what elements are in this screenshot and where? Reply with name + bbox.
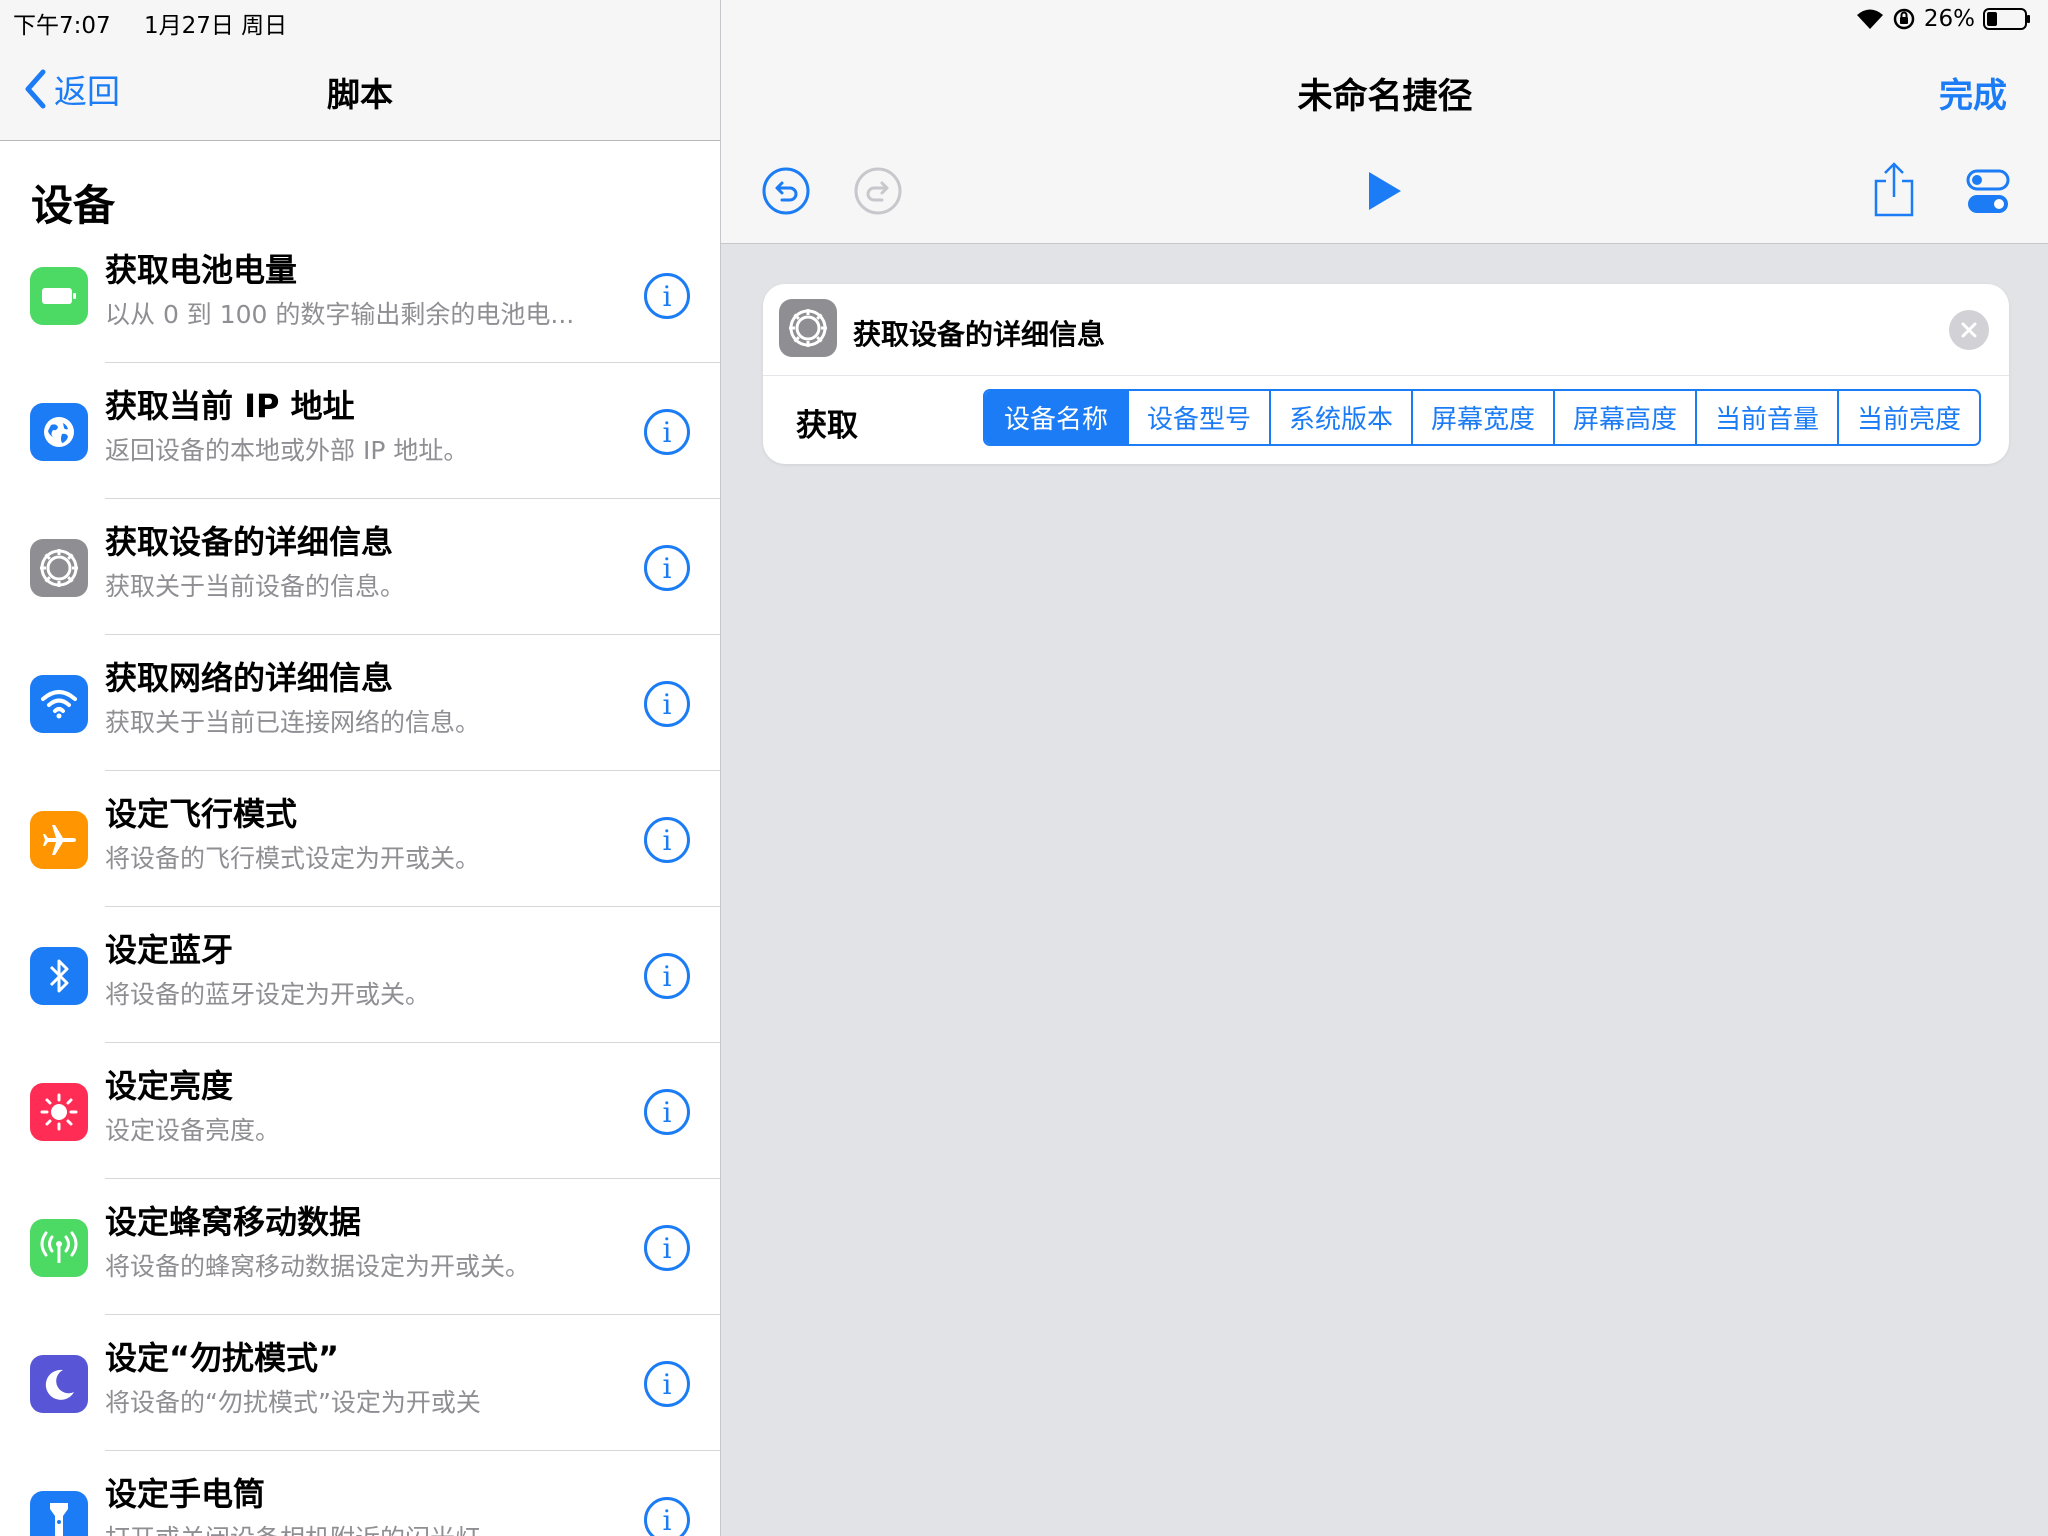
- wifi-icon: [30, 675, 88, 733]
- segment-screen-height[interactable]: 屏幕高度: [1553, 391, 1695, 444]
- done-button[interactable]: 完成: [1939, 68, 2007, 117]
- play-icon[interactable]: [1361, 168, 1407, 214]
- action-subtitle: 将设备的蓝牙设定为开或关。: [105, 980, 431, 1009]
- editor-panel: 26% 未命名捷径 完成 获取设备的详细信息 获取 设备名称 设备型号 系统版本…: [720, 0, 2048, 1536]
- moon-icon: [30, 1355, 88, 1413]
- segment-screen-width[interactable]: 屏幕宽度: [1411, 391, 1553, 444]
- segment-device-name[interactable]: 设备名称: [985, 391, 1127, 444]
- share-icon[interactable]: [1871, 160, 1917, 220]
- segment-current-volume[interactable]: 当前音量: [1695, 391, 1837, 444]
- flashlight-icon: [30, 1491, 88, 1536]
- action-card: 获取设备的详细信息 获取 设备名称 设备型号 系统版本 屏幕宽度 屏幕高度 当前…: [763, 284, 2009, 464]
- info-icon[interactable]: i: [644, 273, 690, 319]
- globe-icon: [30, 403, 88, 461]
- action-row-brightness[interactable]: 设定亮度 设定设备亮度。 i: [0, 1043, 720, 1179]
- action-title: 获取网络的详细信息: [105, 659, 394, 697]
- antenna-icon: [30, 1219, 88, 1277]
- info-icon[interactable]: i: [644, 1225, 690, 1271]
- parameter-label: 获取: [796, 408, 858, 444]
- action-subtitle: 将设备的飞行模式设定为开或关。: [105, 844, 481, 873]
- action-title: 设定“勿扰模式”: [105, 1339, 340, 1377]
- battery-percent: 26%: [1923, 6, 1975, 32]
- action-title: 获取电池电量: [105, 251, 298, 289]
- undo-icon[interactable]: [761, 166, 811, 216]
- action-row-airplane[interactable]: 设定飞行模式 将设备的飞行模式设定为开或关。 i: [0, 771, 720, 907]
- left-nav-bar: 下午7:07 1月27日 周日 返回 脚本: [0, 0, 720, 141]
- editor-header: 26% 未命名捷径 完成: [721, 0, 2048, 244]
- action-subtitle: 返回设备的本地或外部 IP 地址。: [105, 436, 469, 465]
- redo-icon[interactable]: [853, 166, 903, 216]
- close-icon[interactable]: [1949, 310, 1989, 350]
- sun-icon: [30, 1083, 88, 1141]
- gear-icon: [30, 539, 88, 597]
- action-title: 设定蓝牙: [105, 931, 234, 969]
- info-icon[interactable]: i: [644, 1497, 690, 1536]
- left-title: 脚本: [327, 75, 393, 114]
- airplane-icon: [30, 811, 88, 869]
- action-subtitle: 获取关于当前设备的信息。: [105, 572, 406, 601]
- battery-icon: [30, 267, 88, 325]
- action-row-device-details[interactable]: 获取设备的详细信息 获取关于当前设备的信息。 i: [0, 499, 720, 635]
- info-icon[interactable]: i: [644, 817, 690, 863]
- action-subtitle: 以从 0 到 100 的数字输出剩余的电池电...: [105, 300, 575, 329]
- detail-segmented-control: 设备名称 设备型号 系统版本 屏幕宽度 屏幕高度 当前音量 当前亮度: [983, 389, 1981, 446]
- action-title: 设定亮度: [105, 1067, 234, 1105]
- battery-status-icon: [1983, 8, 2030, 30]
- action-subtitle: 设定设备亮度。: [105, 1116, 281, 1145]
- action-card-header: 获取设备的详细信息: [763, 284, 2009, 376]
- segment-system-version[interactable]: 系统版本: [1269, 391, 1411, 444]
- segment-device-model[interactable]: 设备型号: [1127, 391, 1269, 444]
- segment-current-brightness[interactable]: 当前亮度: [1837, 391, 1979, 444]
- action-row-network-details[interactable]: 获取网络的详细信息 获取关于当前已连接网络的信息。 i: [0, 635, 720, 771]
- action-row-bluetooth[interactable]: 设定蓝牙 将设备的蓝牙设定为开或关。 i: [0, 907, 720, 1043]
- info-icon[interactable]: i: [644, 545, 690, 591]
- info-icon[interactable]: i: [644, 681, 690, 727]
- action-subtitle: 打开或关闭设备相机附近的闪光灯。: [105, 1519, 605, 1536]
- status-bar-left: 下午7:07 1月27日 周日: [13, 6, 313, 40]
- action-title: 设定蜂窝移动数据: [105, 1203, 362, 1241]
- info-icon[interactable]: i: [644, 953, 690, 999]
- action-row-battery[interactable]: 获取电池电量 以从 0 到 100 的数字输出剩余的电池电... i: [0, 227, 720, 363]
- status-time: 下午7:07: [13, 13, 111, 39]
- bluetooth-icon: [30, 947, 88, 1005]
- action-card-title: 获取设备的详细信息: [853, 318, 1106, 351]
- action-subtitle: 将设备的蜂窝移动数据设定为开或关。: [105, 1252, 531, 1281]
- section-title: 设备: [31, 181, 116, 230]
- shortcut-title: 未命名捷径: [1297, 77, 1473, 117]
- info-icon[interactable]: i: [644, 1361, 690, 1407]
- action-title: 获取设备的详细信息: [105, 523, 394, 561]
- action-row-ip[interactable]: 获取当前 IP 地址 返回设备的本地或外部 IP 地址。 i: [0, 363, 720, 499]
- info-icon[interactable]: i: [644, 1089, 690, 1135]
- action-title: 设定飞行模式: [105, 795, 298, 833]
- action-row-do-not-disturb[interactable]: 设定“勿扰模式” 将设备的“勿扰模式”设定为开或关 i: [0, 1315, 720, 1451]
- action-subtitle: 获取关于当前已连接网络的信息。: [105, 708, 481, 737]
- action-row-cellular[interactable]: 设定蜂窝移动数据 将设备的蜂窝移动数据设定为开或关。 i: [0, 1179, 720, 1315]
- action-row-flashlight[interactable]: 设定手电筒 打开或关闭设备相机附近的闪光灯。 i: [0, 1451, 720, 1536]
- actions-panel: 下午7:07 1月27日 周日 返回 脚本 设备 获取电池电量 以从 0 到 1…: [0, 0, 720, 1536]
- action-subtitle: 将设备的“勿扰模式”设定为开或关: [105, 1388, 481, 1417]
- action-title: 设定手电筒: [105, 1475, 266, 1513]
- status-date: 1月27日 周日: [143, 13, 288, 39]
- wifi-status-icon: [1856, 9, 1883, 29]
- action-title: 获取当前 IP 地址: [105, 387, 355, 425]
- settings-toggle-icon[interactable]: [1965, 168, 2011, 216]
- orientation-lock-icon: [1893, 8, 1915, 30]
- info-icon[interactable]: i: [644, 409, 690, 455]
- gear-icon: [779, 299, 837, 357]
- status-bar-right: 26%: [1848, 6, 2031, 32]
